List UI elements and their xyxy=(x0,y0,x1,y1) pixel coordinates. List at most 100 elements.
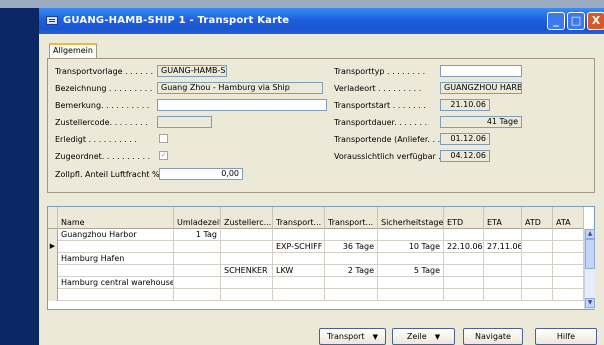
cell-ata[interactable] xyxy=(553,265,584,277)
cell-eta[interactable] xyxy=(484,229,522,241)
field-voraussichtlich-verfuegbar[interactable]: 04.12.06 xyxy=(440,150,490,162)
table-row[interactable]: SCHENKER LKW 2 Tage 5 Tage xyxy=(48,265,584,277)
transport-menu-button[interactable]: Transport ▼ xyxy=(319,328,386,345)
cell-atd[interactable] xyxy=(522,241,553,253)
row-selector[interactable] xyxy=(48,277,58,289)
cell-name[interactable] xyxy=(58,241,174,253)
table-row[interactable]: Hamburg central warehouse xyxy=(48,277,584,289)
table-row[interactable]: Hamburg Hafen xyxy=(48,253,584,265)
row-selector[interactable] xyxy=(48,265,58,277)
column-header-name[interactable]: Name xyxy=(58,207,174,229)
row-selector[interactable] xyxy=(48,289,58,301)
cell-etd[interactable] xyxy=(444,253,484,265)
field-bezeichnung[interactable]: Guang Zhou - Hamburg via Ship xyxy=(157,82,323,94)
cell-ata[interactable] xyxy=(553,289,584,301)
checkbox-erledigt[interactable] xyxy=(159,134,168,143)
column-header-etd[interactable]: ETD xyxy=(444,207,484,229)
cell-transportdauer[interactable] xyxy=(325,277,378,289)
cell-etd[interactable] xyxy=(444,229,484,241)
cell-etd[interactable] xyxy=(444,265,484,277)
cell-atd[interactable] xyxy=(522,253,553,265)
field-transportvorlage[interactable]: GUANG-HAMB-SHIP xyxy=(157,65,227,77)
cell-atd[interactable] xyxy=(522,229,553,241)
cell-name[interactable] xyxy=(58,265,174,277)
cell-transportart[interactable] xyxy=(273,229,325,241)
cell-eta[interactable] xyxy=(484,289,522,301)
table-row[interactable] xyxy=(48,289,584,301)
cell-ata[interactable] xyxy=(553,253,584,265)
column-header-eta[interactable]: ETA xyxy=(484,207,522,229)
cell-zustellercode[interactable] xyxy=(221,277,273,289)
close-button[interactable]: X xyxy=(587,12,604,30)
cell-umladezeit[interactable] xyxy=(174,241,221,253)
column-header-transportart[interactable]: Transport... xyxy=(273,207,325,229)
cell-transportart[interactable] xyxy=(273,277,325,289)
column-header-transportdauer[interactable]: Transport... xyxy=(325,207,378,229)
cell-transportdauer[interactable] xyxy=(325,229,378,241)
column-header-ata[interactable]: ATA xyxy=(553,207,584,229)
row-selector[interactable] xyxy=(48,253,58,265)
cell-sicherheitstage[interactable] xyxy=(378,253,444,265)
cell-atd[interactable] xyxy=(522,265,553,277)
field-zustellercode[interactable] xyxy=(157,116,212,128)
current-row-marker-icon[interactable]: ▶ xyxy=(48,241,58,253)
cell-transportart[interactable]: EXP-SCHIFF xyxy=(273,241,325,253)
cell-name[interactable]: Hamburg Hafen xyxy=(58,253,174,265)
scroll-up-icon[interactable]: ▲ xyxy=(585,229,595,239)
cell-eta[interactable] xyxy=(484,253,522,265)
cell-transportdauer[interactable]: 36 Tage xyxy=(325,241,378,253)
cell-etd[interactable]: 22.10.06 xyxy=(444,241,484,253)
cell-name[interactable]: Hamburg central warehouse xyxy=(58,277,174,289)
field-transportende[interactable]: 01.12.06 xyxy=(440,133,490,145)
title-bar[interactable]: GUANG-HAMB-SHIP 1 - Transport Karte _ □ … xyxy=(39,8,604,34)
cell-sicherheitstage[interactable] xyxy=(378,289,444,301)
cell-sicherheitstage[interactable]: 10 Tage xyxy=(378,241,444,253)
cell-umladezeit[interactable] xyxy=(174,265,221,277)
column-header-umladezeit[interactable]: Umladezeit xyxy=(174,207,221,229)
cell-zustellercode[interactable] xyxy=(221,253,273,265)
field-transporttyp[interactable] xyxy=(440,65,522,77)
cell-umladezeit[interactable]: 1 Tag xyxy=(174,229,221,241)
cell-zustellercode[interactable]: SCHENKER xyxy=(221,265,273,277)
cell-sicherheitstage[interactable] xyxy=(378,229,444,241)
cell-name[interactable] xyxy=(58,289,174,301)
checkbox-zugeordnet[interactable]: ✓ xyxy=(159,151,168,160)
field-transportstart[interactable]: 21.10.06 xyxy=(440,99,490,111)
cell-umladezeit[interactable] xyxy=(174,253,221,265)
cell-transportdauer[interactable]: 2 Tage xyxy=(325,265,378,277)
cell-etd[interactable] xyxy=(444,277,484,289)
cell-zustellercode[interactable] xyxy=(221,229,273,241)
navigate-button[interactable]: Navigate xyxy=(463,328,523,345)
tab-allgemein[interactable]: Allgemein xyxy=(49,43,97,59)
help-button[interactable]: Hilfe xyxy=(535,328,597,345)
cell-zustellercode[interactable] xyxy=(221,289,273,301)
cell-eta[interactable] xyxy=(484,265,522,277)
cell-etd[interactable] xyxy=(444,289,484,301)
maximize-button[interactable]: □ xyxy=(567,12,585,30)
cell-zustellercode[interactable] xyxy=(221,241,273,253)
cell-transportart[interactable] xyxy=(273,253,325,265)
cell-atd[interactable] xyxy=(522,277,553,289)
minimize-button[interactable]: _ xyxy=(547,12,565,30)
cell-transportart[interactable] xyxy=(273,289,325,301)
cell-transportdauer[interactable] xyxy=(325,289,378,301)
cell-sicherheitstage[interactable]: 5 Tage xyxy=(378,265,444,277)
cell-name[interactable]: Guangzhou Harbor xyxy=(58,229,174,241)
table-vertical-scrollbar[interactable]: ▲ ▼ xyxy=(584,229,595,309)
table-row[interactable]: Guangzhou Harbor 1 Tag xyxy=(48,229,584,241)
scrollbar-thumb[interactable] xyxy=(585,239,595,269)
field-bemerkung[interactable] xyxy=(157,99,327,111)
cell-transportdauer[interactable] xyxy=(325,253,378,265)
column-header-atd[interactable]: ATD xyxy=(522,207,553,229)
field-transportdauer[interactable]: 41 Tage xyxy=(440,116,522,128)
scroll-down-icon[interactable]: ▼ xyxy=(585,298,595,308)
cell-umladezeit[interactable] xyxy=(174,289,221,301)
cell-eta[interactable] xyxy=(484,277,522,289)
cell-atd[interactable] xyxy=(522,289,553,301)
cell-ata[interactable] xyxy=(553,229,584,241)
column-header-zustellercode[interactable]: Zustellerc... xyxy=(221,207,273,229)
row-selector[interactable] xyxy=(48,229,58,241)
cell-transportart[interactable]: LKW xyxy=(273,265,325,277)
zeile-menu-button[interactable]: Zeile ▼ xyxy=(392,328,455,345)
table-row-current[interactable]: ▶ EXP-SCHIFF 36 Tage 10 Tage 22.10.06 27… xyxy=(48,241,584,253)
